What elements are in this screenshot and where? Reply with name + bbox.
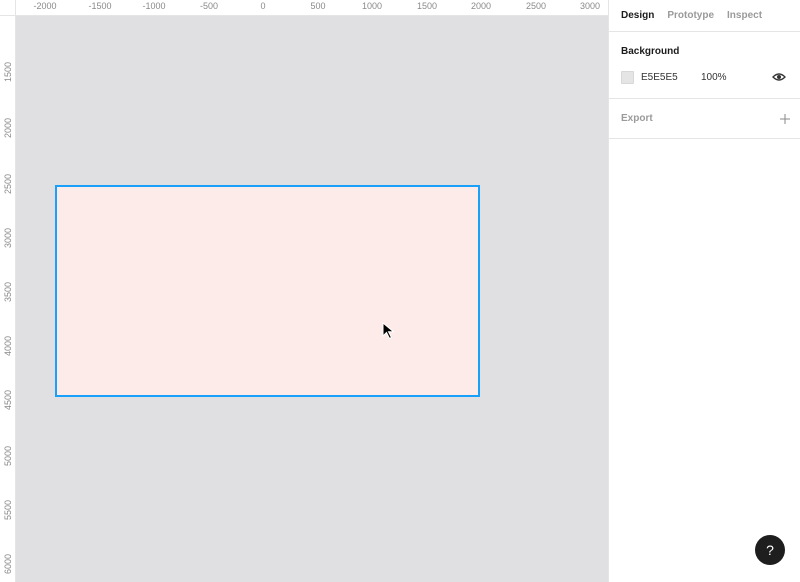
canvas-area[interactable]: -2000 -1500 -1000 -500 0 500 1000 1500 2… [0, 0, 608, 582]
tab-prototype[interactable]: Prototype [667, 10, 714, 21]
ruler-label: -500 [199, 1, 219, 11]
ruler-label: 1500 [416, 1, 438, 11]
ruler-label: 2000 [470, 1, 492, 11]
ruler-label: -2000 [33, 1, 57, 11]
ruler-label: -1000 [142, 1, 166, 11]
export-section: Export [609, 99, 800, 139]
ruler-horizontal: -2000 -1500 -1000 -500 0 500 1000 1500 2… [16, 0, 608, 16]
opacity-value[interactable]: 100% [701, 72, 727, 83]
ruler-label: -1500 [88, 1, 112, 11]
export-label: Export [621, 113, 653, 124]
help-button[interactable]: ? [755, 535, 785, 565]
ruler-label: 3000 [3, 227, 13, 249]
ruler-label: 4000 [3, 335, 13, 357]
background-fill-row: E5E5E5 100% [621, 70, 788, 84]
plus-icon[interactable] [780, 113, 790, 124]
color-swatch[interactable] [621, 70, 634, 84]
ruler-label: 6000 [3, 553, 13, 575]
mouse-pointer-icon [382, 322, 395, 340]
ruler-corner [0, 0, 16, 16]
ruler-label: 3500 [3, 281, 13, 303]
tab-design[interactable]: Design [621, 10, 654, 21]
ruler-label: 2000 [3, 117, 13, 139]
ruler-label: 1000 [361, 1, 383, 11]
ruler-label: 1500 [3, 61, 13, 83]
selected-frame[interactable] [55, 185, 480, 397]
ruler-label: 5500 [3, 499, 13, 521]
ruler-label: 3000 [579, 1, 601, 11]
properties-panel: Design Prototype Inspect Background E5E5… [608, 0, 800, 582]
tab-inspect[interactable]: Inspect [727, 10, 762, 21]
eye-icon[interactable] [772, 72, 786, 82]
ruler-label: 2500 [3, 173, 13, 195]
background-title: Background [621, 46, 680, 57]
ruler-label: 2500 [525, 1, 547, 11]
ruler-label: 4500 [3, 389, 13, 411]
ruler-vertical: 1500 2000 2500 3000 3500 4000 4500 5000 … [0, 16, 16, 582]
ruler-label: 500 [310, 1, 326, 11]
background-section: Background E5E5E5 100% [609, 32, 800, 99]
hex-value[interactable]: E5E5E5 [641, 72, 701, 83]
panel-tabs: Design Prototype Inspect [609, 0, 800, 32]
ruler-label: 0 [260, 1, 266, 11]
ruler-label: 5000 [3, 445, 13, 467]
